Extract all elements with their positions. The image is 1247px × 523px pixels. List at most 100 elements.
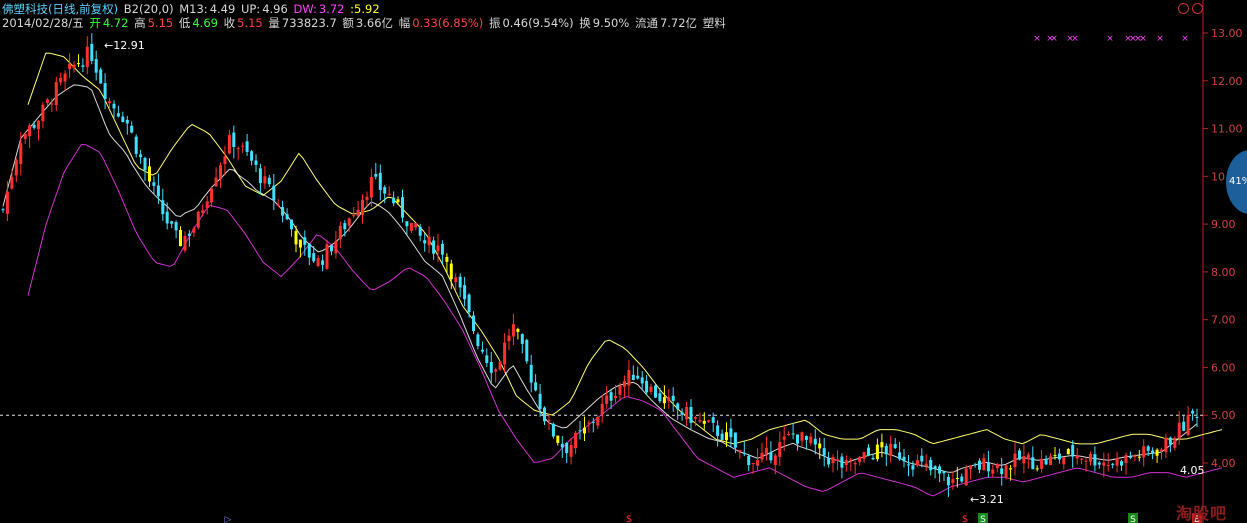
- candle-body: [986, 462, 990, 472]
- signal-marker: ×: [1139, 34, 1147, 44]
- candle-body: [534, 382, 538, 391]
- candle-body: [1080, 458, 1084, 460]
- candle-body: [347, 218, 351, 226]
- candle-body: [334, 240, 338, 254]
- signal-marker: ×: [1071, 34, 1079, 44]
- candle-body: [307, 243, 311, 258]
- candle-body: [614, 396, 617, 398]
- candle-body: [427, 237, 431, 246]
- candle-body: [50, 103, 54, 105]
- candle-body: [503, 342, 507, 365]
- turnover-value: 9.50%: [592, 16, 630, 30]
- signal-marker: ×: [1033, 34, 1041, 44]
- candle-body: [1071, 444, 1075, 457]
- open-value: 4.72: [102, 16, 129, 30]
- candle-body: [1146, 446, 1150, 451]
- candle-body: [609, 392, 613, 401]
- candle-body: [1186, 414, 1190, 435]
- candle-body: [951, 479, 955, 483]
- candle-body: [174, 222, 178, 231]
- restore-icon[interactable]: [1178, 3, 1189, 14]
- candle-body: [369, 176, 373, 198]
- candlestick-chart[interactable]: 13.0012.0011.0010.009.008.007.006.005.00…: [0, 0, 1247, 523]
- candle-body: [485, 355, 489, 363]
- candle-body: [556, 435, 560, 443]
- candle-body: [201, 210, 205, 213]
- candle-body: [978, 460, 981, 470]
- candle-body: [396, 199, 400, 203]
- candle-body: [103, 83, 107, 99]
- candle-body: [685, 406, 689, 420]
- candle-body: [587, 422, 591, 424]
- candle-body: [179, 230, 182, 247]
- candle-body: [858, 456, 862, 463]
- candle-body: [1, 209, 5, 211]
- candle-body: [445, 256, 449, 262]
- candle-body: [414, 223, 418, 228]
- candle-body: [81, 65, 85, 67]
- candle-body: [5, 191, 9, 214]
- candle-body: [205, 201, 209, 208]
- candle-body: [37, 120, 40, 130]
- candle-body: [41, 104, 45, 122]
- candle-body: [343, 223, 347, 230]
- candle-body: [889, 443, 893, 456]
- candle-body: [827, 458, 831, 465]
- candle-body: [942, 471, 946, 474]
- candle-body: [134, 136, 138, 154]
- candle-body: [10, 177, 14, 189]
- candle-body: [867, 447, 870, 456]
- candle-body: [254, 160, 258, 165]
- candle-body: [818, 443, 822, 449]
- candle-body: [773, 455, 777, 465]
- candle-body: [454, 277, 458, 282]
- candle-body: [1106, 465, 1110, 466]
- turnover-label: 换: [579, 16, 591, 30]
- candle-body: [742, 453, 746, 455]
- candle-body: [489, 362, 493, 373]
- signal-marker: ×: [1156, 34, 1164, 44]
- candle-body: [782, 436, 786, 440]
- candle-body: [813, 438, 817, 445]
- stock-title: 佛塑科技(日线,前复权): [2, 2, 119, 16]
- candle-body: [143, 158, 147, 171]
- candle-body: [969, 465, 973, 470]
- candle-body: [1000, 468, 1004, 475]
- candle-body: [907, 464, 910, 466]
- candle-body: [591, 421, 595, 423]
- y-tick-label: 11.00: [1211, 123, 1243, 136]
- candle-body: [787, 434, 791, 435]
- candle-body: [14, 159, 18, 176]
- candle-body: [884, 446, 888, 455]
- candle-body: [1124, 455, 1128, 463]
- candle-body: [1168, 437, 1172, 445]
- candle-body: [374, 174, 378, 177]
- candle-body: [551, 423, 555, 437]
- candle-body: [955, 478, 959, 479]
- candle-body: [636, 375, 640, 379]
- candle-body: [183, 236, 187, 251]
- candle-body: [1102, 462, 1106, 466]
- candle-body: [547, 420, 551, 422]
- candle-body: [747, 455, 751, 466]
- y-tick-label: 8.00: [1211, 266, 1236, 279]
- candle-body: [946, 476, 950, 486]
- candle-body: [671, 395, 675, 401]
- close-icon[interactable]: [1192, 3, 1203, 14]
- candle-body: [1133, 455, 1137, 457]
- candle-body: [219, 165, 222, 179]
- last-price-label: 4.05: [1180, 464, 1205, 477]
- candle-body: [1191, 410, 1195, 414]
- candle-body: [1026, 454, 1030, 460]
- candle-body: [738, 450, 742, 452]
- low-label: 低: [178, 16, 191, 30]
- candle-body: [409, 222, 413, 231]
- candle-body: [28, 125, 32, 137]
- candle-body: [520, 334, 524, 344]
- candle-body: [1182, 421, 1186, 431]
- candle-body: [1057, 453, 1061, 460]
- amount-value: 3.66亿: [355, 16, 394, 30]
- candle-body: [449, 263, 453, 280]
- candle-body: [516, 328, 520, 332]
- candle-body: [285, 214, 289, 220]
